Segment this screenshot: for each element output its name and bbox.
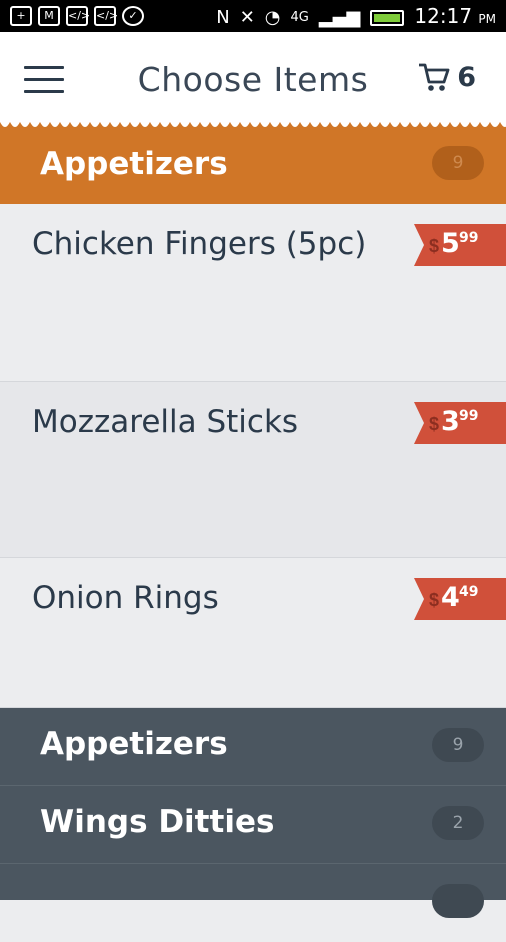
- cart-button[interactable]: 6: [417, 60, 476, 94]
- price-tag: $ 3 99: [414, 402, 506, 444]
- 4g-lte-icon: 4G: [290, 9, 309, 25]
- category-count-badge: 2: [432, 806, 484, 840]
- item-name: Mozzarella Sticks: [32, 404, 299, 440]
- section-title: Appetizers: [40, 146, 228, 182]
- price-currency: $: [429, 236, 440, 256]
- notification-icons: + M </> </> ✓: [10, 6, 144, 26]
- section-count-badge: 9: [432, 146, 484, 180]
- system-icons: N ✕ ◔ 4G ▂▄▆ 12:17 PM: [216, 5, 496, 30]
- clock-ampm: PM: [478, 12, 496, 26]
- app-bar: Choose Items 6: [0, 32, 506, 128]
- status-bar: + M </> </> ✓ N ✕ ◔ 4G ▂▄▆ 12:17 PM: [0, 0, 506, 32]
- cart-count: 6: [457, 61, 476, 93]
- price-cents: 99: [459, 230, 479, 246]
- check-icon: ✓: [122, 6, 144, 26]
- menu-item[interactable]: Mozzarella Sticks $ 3 99: [0, 382, 506, 558]
- category-item-appetizers[interactable]: Appetizers 9: [0, 708, 506, 786]
- price-cents: 99: [459, 408, 479, 424]
- price-whole: 3: [441, 406, 460, 437]
- menu-item[interactable]: Onion Rings $ 4 49: [0, 558, 506, 708]
- wifi-icon: ◔: [264, 6, 281, 28]
- mute-icon: ✕: [239, 6, 255, 28]
- section-header-appetizers[interactable]: Appetizers 9: [0, 128, 506, 204]
- category-label: Wings Ditties: [40, 804, 275, 840]
- category-count-badge: 9: [432, 728, 484, 762]
- plus-icon: +: [10, 6, 32, 26]
- price-tag: $ 4 49: [414, 578, 506, 620]
- price-cents: 49: [459, 584, 479, 600]
- category-item-wings-ditties[interactable]: Wings Ditties 2: [0, 786, 506, 864]
- price-currency: $: [429, 414, 440, 434]
- price-tag: $ 5 99: [414, 224, 506, 266]
- item-name: Onion Rings: [32, 580, 219, 616]
- category-list: Appetizers 9 Wings Ditties 2: [0, 708, 506, 918]
- gmail-icon: M: [38, 6, 60, 26]
- price-currency: $: [429, 590, 440, 610]
- category-item-partial[interactable]: [0, 864, 506, 942]
- item-name: Chicken Fingers (5pc): [32, 226, 367, 262]
- signal-icon: ▂▄▆: [318, 6, 361, 28]
- cart-icon: [419, 63, 450, 91]
- code-icon: </>: [66, 6, 90, 26]
- category-label: Appetizers: [40, 726, 228, 762]
- clock-time: 12:17: [414, 4, 473, 28]
- price-whole: 4: [441, 582, 460, 613]
- clock: 12:17 PM: [414, 5, 496, 30]
- category-count-badge: [432, 884, 484, 918]
- code-icon: </>: [94, 6, 118, 26]
- menu-item[interactable]: Chicken Fingers (5pc) $ 5 99: [0, 204, 506, 382]
- battery-icon: [370, 9, 405, 26]
- price-whole: 5: [441, 228, 460, 259]
- nfc-icon: N: [216, 6, 230, 28]
